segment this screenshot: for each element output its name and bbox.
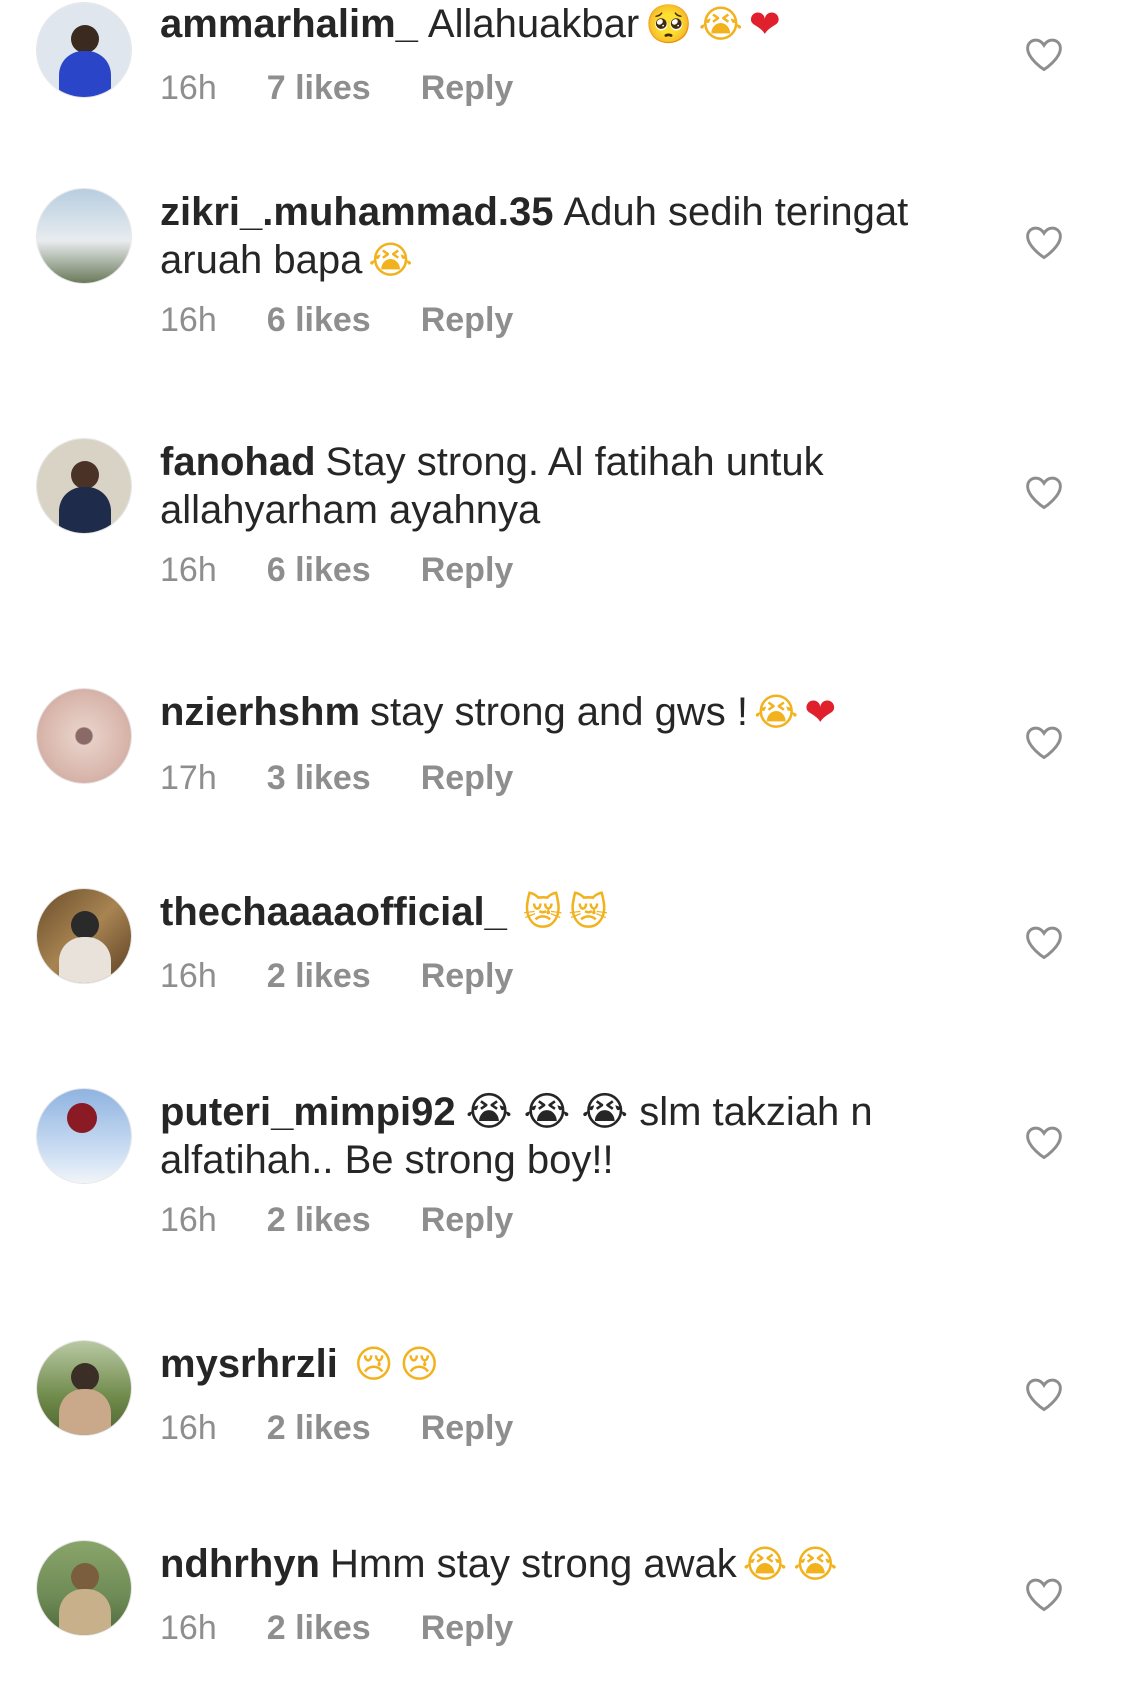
comment-time: 16h bbox=[160, 957, 217, 995]
like-heart-button[interactable] bbox=[1024, 36, 1064, 72]
like-heart-button[interactable] bbox=[1024, 224, 1064, 260]
comment-text: fanohad Stay strong. Al fatihah untuk all… bbox=[160, 438, 960, 534]
comment-text: thechaaaaofficial_ 😿 😿 bbox=[160, 888, 960, 936]
username-link[interactable]: ndhrhyn bbox=[160, 1542, 320, 1586]
heart-outline-icon bbox=[1026, 726, 1062, 760]
sad-tear-face-emoji: 😢 bbox=[353, 1342, 394, 1386]
pleading-face-emoji: 🥺 bbox=[645, 2, 693, 46]
comment-meta: 17h 3 likes Reply bbox=[160, 758, 513, 798]
comment-time: 16h bbox=[160, 551, 217, 589]
like-heart-button[interactable] bbox=[1024, 1376, 1064, 1412]
comment-meta: 16h 2 likes Reply bbox=[160, 1408, 513, 1448]
avatar[interactable] bbox=[36, 1340, 132, 1436]
like-heart-button[interactable] bbox=[1024, 474, 1064, 510]
likes-count[interactable]: 2 likes bbox=[267, 1408, 371, 1448]
comment-time: 16h bbox=[160, 1201, 217, 1239]
comment-meta: 16h 2 likes Reply bbox=[160, 1200, 513, 1240]
avatar[interactable] bbox=[36, 688, 132, 784]
reply-button[interactable]: Reply bbox=[421, 956, 514, 996]
crying-face-emoji: 😭 bbox=[698, 2, 743, 46]
comment-time: 16h bbox=[160, 301, 217, 339]
comment-text: mysrhrzli 😢 😢 bbox=[160, 1340, 960, 1388]
comment-text: ammarhalim_ Allahuakbar 🥺 😭 ❤ bbox=[160, 0, 960, 48]
heart-outline-icon bbox=[1026, 926, 1062, 960]
reply-button[interactable]: Reply bbox=[421, 68, 514, 108]
reply-button[interactable]: Reply bbox=[421, 1408, 514, 1448]
comment-meta: 16h 6 likes Reply bbox=[160, 300, 513, 340]
username-link[interactable]: puteri_mimpi92 bbox=[160, 1090, 456, 1134]
avatar[interactable] bbox=[36, 888, 132, 984]
username-link[interactable]: zikri_.muhammad.35 bbox=[160, 190, 554, 234]
crying-face-emoji: 😭 bbox=[742, 1542, 788, 1586]
comment-message: Allahuakbar bbox=[427, 2, 640, 46]
crying-cat-emoji: 😿 bbox=[568, 890, 609, 934]
username-link[interactable]: nzierhshm bbox=[160, 690, 360, 734]
reply-button[interactable]: Reply bbox=[421, 550, 514, 590]
comment-message: Hmm stay strong awak bbox=[329, 1542, 737, 1586]
red-heart-emoji: ❤ bbox=[804, 690, 837, 734]
likes-count[interactable]: 2 likes bbox=[267, 1200, 371, 1240]
sad-tear-face-emoji: 😢 bbox=[399, 1342, 440, 1386]
comment-time: 16h bbox=[160, 69, 217, 107]
heart-outline-icon bbox=[1026, 38, 1062, 72]
comment-meta: 16h 7 likes Reply bbox=[160, 68, 513, 108]
red-heart-emoji: ❤ bbox=[748, 2, 781, 46]
comment-time: 16h bbox=[160, 1609, 217, 1647]
avatar[interactable] bbox=[36, 2, 132, 98]
like-heart-button[interactable] bbox=[1024, 1576, 1064, 1612]
crying-face-emoji: 😭 bbox=[368, 238, 413, 282]
crying-face-emoji: 😭 bbox=[793, 1542, 838, 1586]
likes-count[interactable]: 2 likes bbox=[267, 1608, 371, 1648]
comment-meta: 16h 2 likes Reply bbox=[160, 956, 513, 996]
likes-count[interactable]: 6 likes bbox=[267, 550, 371, 590]
heart-outline-icon bbox=[1026, 1378, 1062, 1412]
likes-count[interactable]: 7 likes bbox=[267, 68, 371, 108]
comment-time: 16h bbox=[160, 1409, 217, 1447]
like-heart-button[interactable] bbox=[1024, 924, 1064, 960]
avatar[interactable] bbox=[36, 1088, 132, 1184]
comment-text: zikri_.muhammad.35 Aduh sedih teringat ar… bbox=[160, 188, 960, 284]
comment-text: ndhrhyn Hmm stay strong awak 😭 😭 bbox=[160, 1540, 960, 1588]
comment-text: nzierhshm stay strong and gws ! 😭 ❤ bbox=[160, 688, 960, 736]
comment-meta: 16h 6 likes Reply bbox=[160, 550, 513, 590]
comments-list: ammarhalim_ Allahuakbar 🥺 😭 ❤ 16h 7 likes Re… bbox=[0, 0, 1125, 1689]
likes-count[interactable]: 3 likes bbox=[267, 758, 371, 798]
reply-button[interactable]: Reply bbox=[421, 1608, 514, 1648]
heart-outline-icon bbox=[1026, 1578, 1062, 1612]
avatar[interactable] bbox=[36, 1540, 132, 1636]
heart-outline-icon bbox=[1026, 226, 1062, 260]
crying-face-emoji: 😭 bbox=[754, 690, 799, 734]
avatar[interactable] bbox=[36, 438, 132, 534]
heart-outline-icon bbox=[1026, 1126, 1062, 1160]
username-link[interactable]: fanohad bbox=[160, 440, 316, 484]
username-link[interactable]: thechaaaaofficial_ bbox=[160, 890, 507, 934]
reply-button[interactable]: Reply bbox=[421, 300, 514, 340]
username-link[interactable]: mysrhrzli bbox=[160, 1342, 338, 1386]
comment-text: puteri_mimpi92 😭 😭 😭 slm takziah n alfati… bbox=[160, 1088, 960, 1184]
likes-count[interactable]: 6 likes bbox=[267, 300, 371, 340]
username-link[interactable]: ammarhalim_ bbox=[160, 2, 418, 46]
like-heart-button[interactable] bbox=[1024, 1124, 1064, 1160]
crying-cat-emoji: 😿 bbox=[522, 890, 563, 934]
avatar[interactable] bbox=[36, 188, 132, 284]
heart-outline-icon bbox=[1026, 476, 1062, 510]
comment-time: 17h bbox=[160, 759, 217, 797]
comment-message: stay strong and gws ! bbox=[370, 690, 749, 734]
like-heart-button[interactable] bbox=[1024, 724, 1064, 760]
comment-meta: 16h 2 likes Reply bbox=[160, 1608, 513, 1648]
likes-count[interactable]: 2 likes bbox=[267, 956, 371, 996]
reply-button[interactable]: Reply bbox=[421, 1200, 514, 1240]
reply-button[interactable]: Reply bbox=[421, 758, 514, 798]
